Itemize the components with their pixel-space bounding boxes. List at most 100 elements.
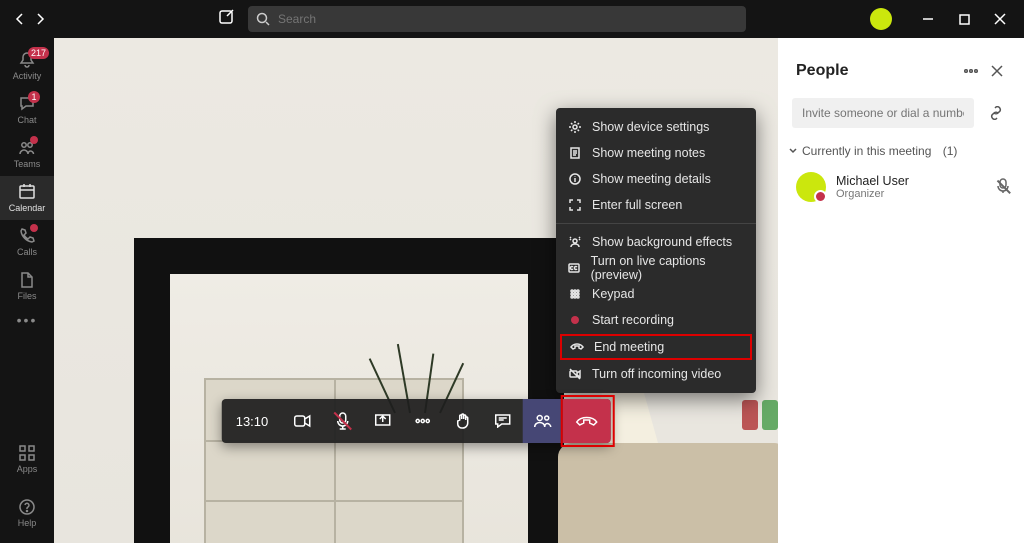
rail-more[interactable]: ••• [17, 312, 38, 328]
search-icon [256, 12, 270, 26]
menu-label: Enter full screen [592, 198, 682, 212]
invite-input[interactable] [792, 98, 974, 128]
menu-label: Show background effects [592, 235, 732, 249]
participant-avatar [796, 172, 826, 202]
link-icon [988, 106, 1004, 120]
rail-label: Calls [17, 247, 37, 257]
raise-hand-button[interactable] [442, 399, 482, 443]
info-icon [568, 173, 582, 185]
share-button[interactable] [362, 399, 402, 443]
gear-icon [568, 121, 582, 133]
files-icon [18, 271, 36, 289]
notes-icon [568, 147, 582, 159]
menu-keypad[interactable]: Keypad [556, 281, 756, 307]
panel-close-button[interactable] [984, 58, 1010, 84]
background-icon [568, 236, 582, 248]
menu-meeting-notes[interactable]: Show meeting notes [556, 140, 756, 166]
record-icon [568, 314, 582, 326]
more-actions-button[interactable] [402, 399, 442, 443]
close-button[interactable] [982, 4, 1018, 34]
chevron-down-icon [788, 146, 798, 156]
help-icon [18, 498, 36, 516]
menu-device-settings[interactable]: Show device settings [556, 114, 756, 140]
menu-label: Turn on live captions (preview) [591, 254, 744, 282]
apps-icon [18, 444, 36, 462]
more-actions-menu: Show device settings Show meeting notes … [556, 108, 756, 393]
menu-label: Show meeting notes [592, 146, 705, 160]
user-avatar[interactable] [870, 8, 892, 30]
toggle-mic-button[interactable] [322, 399, 362, 443]
rail-calendar[interactable]: Calendar [0, 176, 54, 220]
participant-role: Organizer [836, 188, 909, 200]
rail-badge: 1 [28, 91, 40, 103]
rail-label: Chat [17, 115, 36, 125]
menu-start-recording[interactable]: Start recording [556, 307, 756, 333]
people-button[interactable] [522, 399, 562, 443]
menu-label: Start recording [592, 313, 674, 327]
meeting-timer: 13:10 [222, 414, 283, 429]
section-count: (1) [943, 144, 958, 158]
video-stage: Show device settings Show meeting notes … [54, 38, 778, 543]
rail-files[interactable]: Files [0, 264, 54, 308]
compose-icon[interactable] [218, 9, 238, 29]
rail-help[interactable]: Help [0, 493, 54, 533]
rail-label: Apps [17, 464, 38, 474]
camera-icon [293, 414, 311, 428]
more-icon [414, 418, 430, 424]
menu-live-captions[interactable]: Turn on live captions (preview) [556, 255, 756, 281]
hangup-button[interactable] [562, 399, 610, 443]
menu-turn-off-incoming-video[interactable]: Turn off incoming video [556, 361, 756, 387]
share-icon [374, 414, 390, 428]
app-rail: 217 Activity 1 Chat Teams Calendar Calls… [0, 38, 54, 543]
maximize-button[interactable] [946, 4, 982, 34]
search-input[interactable] [278, 12, 738, 26]
rail-apps[interactable]: Apps [0, 439, 54, 479]
participant-row[interactable]: Michael User Organizer [778, 164, 1024, 210]
panel-more-button[interactable] [958, 58, 984, 84]
participant-mic-muted[interactable] [996, 178, 1010, 197]
calendar-icon [18, 183, 36, 201]
section-current[interactable]: Currently in this meeting (1) [778, 138, 1024, 164]
minimize-button[interactable] [910, 4, 946, 34]
rail-dot [30, 224, 38, 232]
video-off-icon [568, 368, 582, 380]
fullscreen-icon [568, 199, 582, 211]
rail-label: Teams [14, 159, 41, 169]
chat-button[interactable] [482, 399, 522, 443]
hangup-icon [575, 414, 597, 428]
menu-meeting-details[interactable]: Show meeting details [556, 166, 756, 192]
participant-name: Michael User [836, 174, 909, 188]
panel-title: People [796, 62, 958, 80]
menu-fullscreen[interactable]: Enter full screen [556, 192, 756, 218]
rail-badge: 217 [28, 47, 49, 59]
menu-label: End meeting [594, 340, 664, 354]
copy-link-button[interactable] [982, 99, 1010, 127]
rail-teams[interactable]: Teams [0, 132, 54, 176]
menu-separator [556, 223, 756, 224]
window-controls [870, 4, 1018, 34]
cc-icon [568, 262, 581, 274]
rail-label: Help [18, 518, 37, 528]
menu-label: Turn off incoming video [592, 367, 721, 381]
people-icon [533, 414, 551, 428]
keypad-icon [568, 288, 582, 300]
meeting-toolbar: 13:10 [222, 399, 611, 443]
rail-calls[interactable]: Calls [0, 220, 54, 264]
menu-label: Show device settings [592, 120, 709, 134]
people-panel: People Currently in this meeting (1) Mic… [778, 38, 1024, 543]
back-button[interactable] [12, 11, 28, 27]
hand-icon [455, 413, 469, 429]
search-box[interactable] [248, 6, 746, 32]
rail-label: Files [17, 291, 36, 301]
rail-dot [30, 136, 38, 144]
hangup-icon [570, 342, 584, 352]
rail-chat[interactable]: 1 Chat [0, 88, 54, 132]
rail-label: Activity [13, 71, 42, 81]
menu-end-meeting[interactable]: End meeting [560, 334, 752, 360]
rail-activity[interactable]: 217 Activity [0, 44, 54, 88]
forward-button[interactable] [32, 11, 48, 27]
menu-label: Keypad [592, 287, 634, 301]
menu-background-effects[interactable]: Show background effects [556, 229, 756, 255]
toggle-camera-button[interactable] [282, 399, 322, 443]
rail-label: Calendar [9, 203, 46, 213]
